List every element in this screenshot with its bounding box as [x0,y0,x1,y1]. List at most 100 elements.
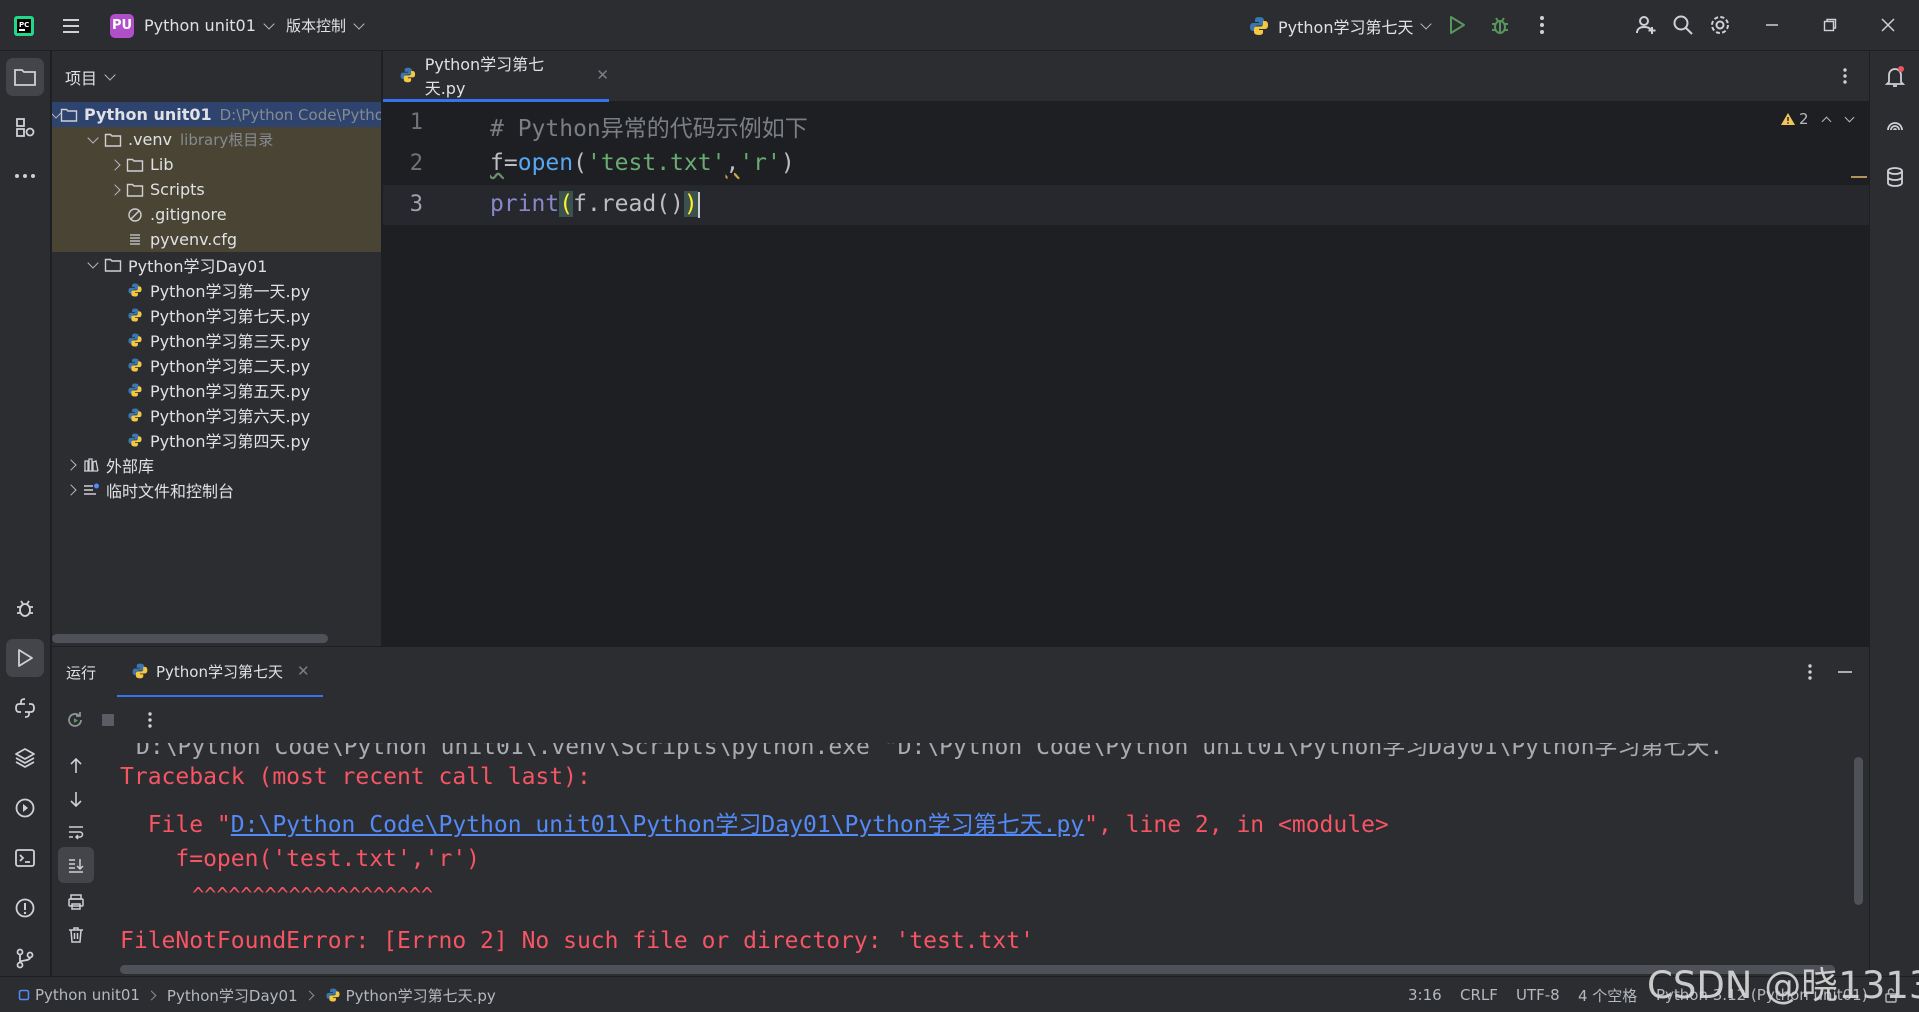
tree-item[interactable]: Python学习第二天.py [52,352,381,377]
close-icon[interactable] [1870,7,1906,43]
tree-item[interactable]: .gitignore [52,202,381,227]
soft-wrap-icon[interactable] [58,814,94,850]
breadcrumb-item[interactable]: Python学习Day01 [167,985,298,1006]
editor-tabs-more-icon[interactable] [1827,58,1863,94]
chevron-right-icon [304,990,315,1000]
vcs-menu[interactable]: 版本控制 [286,0,365,51]
run-icon[interactable] [1439,7,1475,43]
project-panel-header[interactable]: 项目 [52,51,381,102]
services-icon[interactable] [6,789,44,827]
tree-item[interactable]: .venv library根目录 [52,127,381,152]
chevron-right-icon[interactable] [104,183,126,196]
tree-item[interactable]: 外部库 [52,452,381,477]
chevron-down-icon[interactable] [52,106,62,119]
caret-position[interactable]: 3:16 [1408,977,1442,1012]
run-console[interactable]: D:\Python Code\Python unit01\.venv\Scrip… [100,743,1869,976]
tree-item[interactable]: Python unit01 D:\Python Code\Pytho [52,102,381,127]
notifications-icon[interactable] [1876,58,1914,96]
tree-item[interactable]: Python学习第三天.py [52,327,381,352]
tree-item[interactable]: 临时文件和控制台 [52,477,381,502]
tree-item[interactable]: Python学习Day01 [52,252,381,277]
tree-item[interactable]: Lib [52,152,381,177]
search-icon[interactable] [1665,7,1701,43]
tree-item[interactable]: Python学习第一天.py [52,277,381,302]
arrow-up-icon[interactable] [58,748,94,784]
python-console-icon[interactable] [6,689,44,727]
tree-item[interactable]: Scripts [52,177,381,202]
warning-stripe-marker[interactable] [1851,176,1867,178]
print-icon[interactable] [58,884,94,920]
editor-tab-active[interactable]: Python学习第七天.py ✕ [383,51,609,102]
chevron-down-icon[interactable] [1844,112,1854,122]
tree-item[interactable]: Python学习第六天.py [52,402,381,427]
code-line-2[interactable]: f=open('test.txt','r') [490,150,795,176]
terminal-icon[interactable] [6,839,44,877]
git-icon[interactable] [6,939,44,977]
hide-panel-icon[interactable] [1827,654,1863,690]
tree-item[interactable]: pyvenv.cfg [52,227,381,252]
tree-item[interactable]: Python学习第五天.py [52,377,381,402]
tree-item[interactable]: Python学习第七天.py [52,302,381,327]
debug-icon[interactable] [1482,7,1518,43]
trash-icon[interactable] [58,917,94,953]
chevron-up-icon[interactable] [1821,116,1831,126]
problems-icon[interactable] [6,889,44,927]
arrow-down-icon[interactable] [58,781,94,817]
console-vertical-scrollbar[interactable] [1854,757,1863,905]
close-tab-icon[interactable]: ✕ [297,662,310,680]
restore-icon[interactable] [1812,7,1848,43]
indent-setting[interactable]: 4 个空格 [1578,977,1637,1012]
python-packages-icon[interactable] [6,739,44,777]
close-tab-icon[interactable]: ✕ [596,66,609,84]
console-file-link[interactable]: D:\Python Code\Python unit01\Python学习Day… [231,812,1084,838]
chevron-right-icon[interactable] [60,458,82,471]
console-horizontal-scrollbar[interactable] [120,965,1835,974]
line-number: 1 [409,110,423,135]
title-bar: PC PU Python unit01 版本控制 Python学习第七天 [0,0,1919,51]
minimize-icon[interactable] [1754,7,1790,43]
code-with-me-icon[interactable] [1628,7,1664,43]
stop-icon[interactable] [90,702,126,738]
chevron-down-icon [263,17,275,30]
run-tab[interactable]: Python学习第七天 ✕ [117,647,323,698]
more-tools-icon[interactable] [6,157,44,195]
run-config-selector[interactable]: Python学习第七天 [1248,0,1433,51]
line-separator[interactable]: CRLF [1460,977,1498,1012]
scratches-icon [82,481,100,499]
code-line-3[interactable]: print(f.read()) [490,191,700,218]
project-horizontal-scrollbar[interactable] [52,634,328,643]
project-tool-icon[interactable] [6,58,44,96]
python-file-icon [126,281,144,299]
editor-tab-label: Python学习第七天.py [424,55,545,98]
app-logo-icon[interactable]: PC [12,0,36,51]
breadcrumb-item[interactable]: Python学习第七天.py [346,985,496,1006]
chevron-down-icon[interactable] [82,256,104,269]
code-editor[interactable]: 1 2 3 # Python异常的代码示例如下 f=open('test.txt… [383,102,1869,646]
run-panel-more-icon[interactable] [1792,654,1828,690]
code-token: f [490,150,504,176]
main-menu-icon[interactable] [60,0,82,51]
chevron-down-icon [104,68,116,81]
structure-tool-icon[interactable] [6,108,44,146]
code-line-1[interactable]: # Python异常的代码示例如下 [490,109,808,143]
tree-item[interactable]: Python学习第四天.py [52,427,381,452]
chevron-right-icon[interactable] [104,158,126,171]
ignore-file-icon [126,206,144,224]
more-actions-icon[interactable] [1524,7,1560,43]
inspection-widget[interactable]: 2 [1780,110,1854,128]
chevron-down-icon[interactable] [82,131,104,144]
breadcrumb-item[interactable]: Python unit01 [35,986,140,1004]
database-icon[interactable] [1876,158,1914,196]
python-file-icon [126,331,144,349]
run-tool-icon[interactable] [6,639,44,677]
project-selector[interactable]: PU Python unit01 [110,0,275,51]
chevron-right-icon[interactable] [60,483,82,496]
debug-tool-icon[interactable] [6,589,44,627]
tree-item-label: 临时文件和控制台 [106,481,235,501]
file-encoding[interactable]: UTF-8 [1516,977,1560,1012]
ai-assistant-icon[interactable] [1876,108,1914,146]
scroll-to-end-icon[interactable] [58,847,94,883]
run-toolbar-more-icon[interactable] [132,702,168,738]
settings-gear-icon[interactable] [1702,7,1738,43]
rerun-icon[interactable] [57,702,93,738]
